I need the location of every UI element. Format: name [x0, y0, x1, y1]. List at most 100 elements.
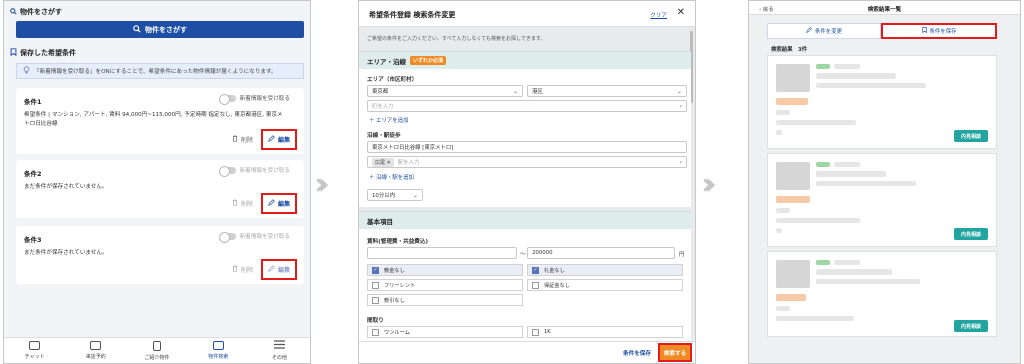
pencil-icon [268, 135, 275, 144]
toggle-switch[interactable] [218, 93, 236, 105]
search-icon [133, 24, 141, 35]
no-key-money-checkbox[interactable]: ✓ 礼金なし [527, 264, 683, 276]
edit-label: 編集 [277, 267, 290, 274]
close-icon[interactable]: ✕ [677, 7, 685, 18]
checkbox-icon [372, 328, 379, 336]
toggle-switch[interactable] [218, 231, 236, 243]
tab-label: ご紹介物件 [144, 354, 170, 361]
search-property-button[interactable]: 物件をさがす [16, 21, 304, 38]
no-deduction-checkbox[interactable]: 敷引なし [367, 294, 523, 306]
checkbox-label: フリーレント [384, 282, 416, 289]
no-security-deposit-checkbox[interactable]: 保証金なし [527, 279, 683, 291]
free-rent-checkbox[interactable]: フリーレント [367, 279, 523, 291]
new-info-toggle[interactable]: 新着情報を受け取る [218, 93, 290, 105]
1k-checkbox[interactable]: 1K [527, 326, 683, 338]
checkbox-icon [532, 328, 539, 336]
toggle-label: 新着情報を受け取る [239, 96, 290, 102]
blurred-text [776, 208, 790, 213]
tab-introduced-properties[interactable]: ご紹介物件 [126, 338, 187, 363]
blurred-text [776, 110, 790, 115]
clear-link[interactable]: クリア [650, 11, 667, 19]
pencil-icon [806, 27, 812, 35]
rent-unit: 円 [679, 252, 685, 258]
rent-min-input[interactable] [367, 247, 517, 259]
checkbox-label: 礼金なし [544, 267, 565, 274]
property-thumbnail [776, 260, 810, 288]
rent-max-input[interactable]: 200000 [527, 247, 675, 259]
tab-chat[interactable]: チャット [4, 338, 65, 363]
edit-button[interactable]: 編集 [260, 193, 297, 214]
checkbox-icon [532, 281, 539, 289]
viewing-consult-button[interactable]: 内見相談 [954, 228, 988, 240]
tab-other[interactable]: その他 [249, 338, 310, 363]
tab-label: チャット [24, 354, 45, 360]
toggle-switch[interactable] [218, 165, 236, 177]
delete-label: 削除 [240, 267, 253, 274]
change-condition-label: 条件を変更 [815, 29, 842, 35]
edit-button[interactable]: 編集 [260, 129, 297, 150]
saved-section-title: 保存した希望条件 [10, 48, 76, 58]
toggle-label: 新着情報を受け取る [239, 234, 290, 240]
station-chip[interactable]: 広尾 ✕ [372, 157, 394, 167]
basic-section-header: 基本項目 [359, 211, 691, 229]
prefecture-select[interactable]: 東京都 ⌄ [367, 85, 523, 97]
no-deposit-checkbox[interactable]: ✓ 敷金なし [367, 264, 523, 276]
save-condition-link[interactable]: 条件を保存 [623, 349, 651, 357]
required-badge: いずれか必須 [410, 56, 447, 65]
result-card[interactable]: 内見相談 [767, 55, 997, 149]
chevron-right-icon: › [679, 102, 682, 110]
area-label: エリア（市区町村） [367, 77, 418, 83]
tab-visit-reservation[interactable]: 来店予約 [65, 338, 126, 363]
town-input[interactable]: 町を入力 › [367, 100, 687, 112]
pencil-icon [268, 199, 275, 208]
delete-button[interactable]: 削除 [232, 135, 253, 144]
trash-icon [232, 135, 238, 144]
delete-button[interactable]: 削除 [232, 199, 253, 208]
blurred-text [816, 73, 896, 79]
city-select[interactable]: 港区 ⌄ [527, 85, 687, 97]
results-header: ‹ 戻る 検索結果一覧 [749, 1, 1020, 15]
blurred-text [816, 269, 892, 275]
chat-icon [29, 341, 41, 350]
search-section-label: 物件をさがす [20, 8, 62, 16]
tab-property-search[interactable]: 物件検索 [188, 338, 249, 363]
chevron-down-icon: ⌄ [412, 191, 418, 199]
condition-title: 条件1 [24, 98, 42, 106]
modal-title: 希望条件登録 検索条件変更 [369, 11, 456, 19]
blurred-text [834, 260, 860, 265]
tab-label: その他 [271, 355, 287, 361]
delete-label: 削除 [240, 201, 253, 208]
line-input[interactable]: 東京メトロ日比谷線 [東京メトロ] [367, 141, 687, 153]
viewing-consult-button[interactable]: 内見相談 [954, 130, 988, 142]
blurred-text [776, 130, 782, 135]
walk-time-select[interactable]: 10分以内 ⌄ [367, 189, 423, 201]
one-room-checkbox[interactable]: ワンルーム [367, 326, 523, 338]
result-card[interactable]: 内見相談 [767, 251, 997, 337]
pencil-icon [268, 265, 275, 274]
save-condition-button[interactable]: 条件を保存 [881, 23, 997, 39]
blurred-price [776, 196, 810, 203]
station-input[interactable]: 広尾 ✕ 駅を入力 › [367, 156, 687, 168]
add-line-link[interactable]: ＋ 沿線・駅を追加 [369, 173, 414, 181]
blurred-price [776, 98, 808, 105]
new-info-toggle[interactable]: 新着情報を受け取る [218, 231, 290, 243]
edit-button[interactable]: 編集 [260, 259, 297, 280]
trash-icon [232, 199, 238, 208]
blurred-text [816, 171, 886, 177]
viewing-consult-button[interactable]: 内見相談 [954, 320, 988, 332]
area-section-body: エリア（市区町村） 東京都 ⌄ 港区 ⌄ 町を入力 › ＋ エリアを追加 沿線・… [359, 69, 691, 207]
city-value: 港区 [532, 89, 543, 95]
delete-button[interactable]: 削除 [232, 265, 253, 274]
condition-summary: まだ条件が保存されていません。 [24, 250, 108, 256]
checkbox-label: 敷引なし [384, 297, 405, 304]
bottom-tab-bar: チャット 来店予約 ご紹介物件 物件検索 その他 [4, 337, 310, 363]
new-info-toggle[interactable]: 新着情報を受け取る [218, 165, 290, 177]
chevron-right-icon: › [679, 158, 682, 166]
add-area-link[interactable]: ＋ エリアを追加 [369, 116, 408, 124]
result-count: 検索結果 3件 [771, 47, 808, 53]
change-condition-button[interactable]: 条件を変更 [767, 23, 881, 39]
result-card[interactable]: 内見相談 [767, 153, 997, 247]
search-button[interactable]: 検索する [658, 343, 692, 362]
checkbox-icon [372, 281, 379, 289]
blurred-text [776, 228, 782, 233]
